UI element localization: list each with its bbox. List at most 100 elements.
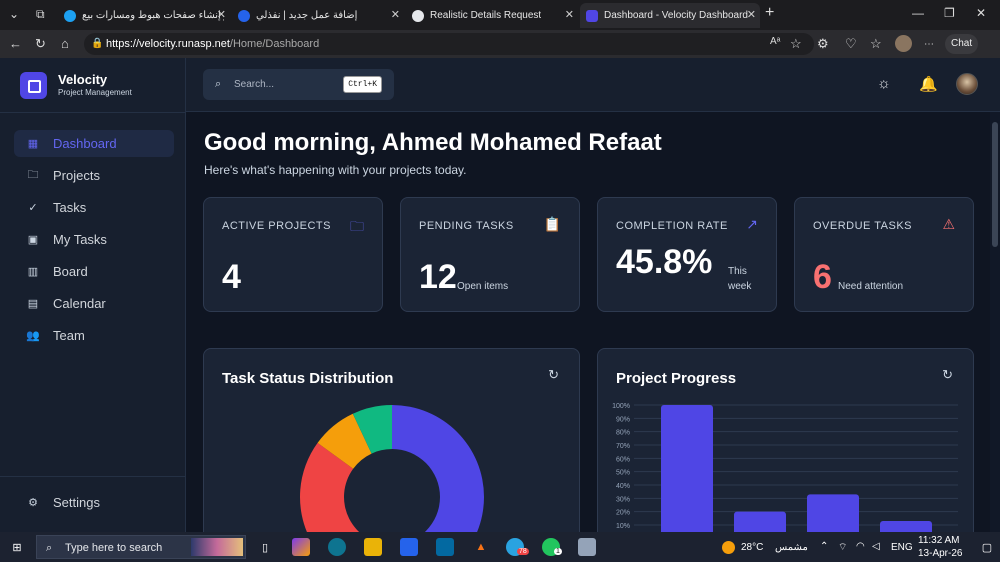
users-icon: 👥 <box>26 330 40 342</box>
brand-subtitle: Project Management <box>58 88 132 97</box>
progress-bar-1[interactable] <box>734 511 786 532</box>
sidebar-item-team[interactable]: 👥 Team <box>14 322 174 349</box>
task-status-panel: Task Status Distribution ↻ <box>203 348 580 532</box>
velocity-app: Velocity Project Management ▦ Dashboard … <box>0 58 1000 532</box>
more-options-icon[interactable]: ⋯ <box>924 39 934 50</box>
restore-icon[interactable]: ❐ <box>944 6 955 20</box>
tab-favicon-icon <box>586 9 598 22</box>
user-avatar[interactable] <box>956 73 978 95</box>
workspaces-icon[interactable]: ⧉ <box>36 7 45 22</box>
sidebar-divider <box>0 112 186 113</box>
sidebar-item-calendar[interactable]: ▤ Calendar <box>14 290 174 317</box>
favorite-star-icon[interactable]: ☆ <box>790 36 802 52</box>
window-close-icon[interactable]: ✕ <box>976 6 986 20</box>
refresh-icon[interactable]: ↻ <box>35 36 46 52</box>
logo-icon <box>20 72 47 99</box>
search-icon: ⌕ <box>215 78 222 90</box>
progress-bar-2[interactable] <box>807 494 859 532</box>
bell-icon[interactable]: 🔔 <box>919 75 938 93</box>
new-tab-icon[interactable]: + <box>765 4 774 22</box>
stat-card-active-projects: ACTIVE PROJECTS 🗀 4 <box>203 197 383 312</box>
search-highlight-image <box>191 538 243 556</box>
store-icon[interactable] <box>400 538 418 556</box>
back-icon[interactable]: ← <box>9 36 22 51</box>
profile-avatar[interactable] <box>895 35 912 52</box>
wifi-icon[interactable]: ◠ <box>856 541 865 552</box>
check-circle-icon: ✓ <box>28 202 38 214</box>
progress-bar-0[interactable] <box>661 405 713 532</box>
minimize-icon[interactable]: — <box>912 6 924 20</box>
sidebar-item-projects[interactable]: 🗀 Projects <box>14 162 174 189</box>
folder-icon: 🗀 <box>27 169 39 181</box>
home-icon[interactable]: ⌂ <box>61 36 69 51</box>
sidebar-item-settings[interactable]: ⚙ Settings <box>14 489 174 516</box>
browser-essentials-icon[interactable]: ♡ <box>845 36 857 52</box>
copilot-chat-button[interactable]: Chat <box>945 34 979 54</box>
y-tick-label: 90% <box>616 416 630 423</box>
stat-card-pending-tasks: PENDING TASKS 📋 12 Open items <box>400 197 580 312</box>
notifications-icon[interactable]: ▢ <box>978 538 996 556</box>
search-shortcut-badge: Ctrl+K <box>343 76 382 93</box>
sidebar-item-board[interactable]: ▥ Board <box>14 258 174 285</box>
clock-date[interactable]: 13-Apr-26 <box>918 548 962 559</box>
clock-time[interactable]: 11:32 AM <box>918 535 960 546</box>
tab-actions-chevron-icon[interactable]: ⌄ <box>9 7 19 21</box>
windows-start-icon[interactable]: ⊞ <box>8 538 26 556</box>
y-tick-label: 10% <box>616 523 630 530</box>
tab-landing-pages[interactable]: خبير إنشاء صفحات هبوط ومسارات بيع ✕ <box>58 3 230 28</box>
sidebar-item-my-tasks[interactable]: ▣ My Tasks <box>14 226 174 253</box>
sidebar-item-dashboard[interactable]: ▦ Dashboard <box>14 130 174 157</box>
lock-icon: 🔒 <box>91 38 104 49</box>
weather-sun-icon <box>722 541 735 554</box>
alert-triangle-icon: ⚠ <box>942 216 955 232</box>
copilot-icon[interactable] <box>292 538 310 556</box>
tab-realistic-details[interactable]: Realistic Details Request ✕ <box>406 3 578 28</box>
project-progress-bar-chart: 100% 90% 80% 70% 60% 50% 40% 30% 20% 10% <box>612 403 958 532</box>
donut-slice-0[interactable] <box>392 405 484 532</box>
page-subtitle: Here's what's happening with your projec… <box>204 163 467 177</box>
top-header: ⌕ Search... Ctrl+K ☼ 🔔 <box>186 58 1000 112</box>
sun-icon[interactable]: ☼ <box>877 75 891 92</box>
search-icon: ⌕ <box>46 542 53 554</box>
y-tick-label: 60% <box>616 456 630 463</box>
read-aloud-icon[interactable]: Aᵃ <box>770 36 780 47</box>
stat-card-completion-rate: COMPLETION RATE ↗ 45.8% This week <box>597 197 777 312</box>
file-explorer-icon[interactable] <box>364 538 382 556</box>
network-icon[interactable]: ⌔ <box>838 541 847 554</box>
y-tick-label: 50% <box>616 470 630 477</box>
close-tab-icon[interactable]: ✕ <box>565 8 574 21</box>
dashboard-main: Good morning, Ahmed Mohamed Refaat Here'… <box>186 112 990 532</box>
whatsapp-icon[interactable]: 1 <box>542 538 562 556</box>
taskbar-search-input[interactable]: ⌕ Type here to search <box>36 535 246 559</box>
tab-favicon-icon <box>64 9 76 22</box>
progress-bar-3[interactable] <box>880 521 932 532</box>
tab-nafezli[interactable]: إضافة عمل جديد | نفذلي ✕ <box>232 3 404 28</box>
outlook-icon[interactable] <box>436 538 454 556</box>
vlc-icon[interactable]: ▲ <box>472 538 490 556</box>
language-indicator[interactable]: ENG <box>891 542 913 553</box>
sidebar-item-tasks[interactable]: ✓ Tasks <box>14 194 174 221</box>
tray-chevron-icon[interactable]: ⌃ <box>820 541 828 552</box>
close-tab-icon[interactable]: ✕ <box>747 8 756 21</box>
page-scrollbar-thumb[interactable] <box>992 122 998 247</box>
browser-tab-strip: ⌄ ⧉ خبير إنشاء صفحات هبوط ومسارات بيع ✕ … <box>0 0 1000 30</box>
telegram-icon[interactable]: 78 <box>506 538 529 556</box>
url-field[interactable]: 🔒 https://velocity.runasp.net/Home/Dashb… <box>84 33 814 55</box>
trending-up-icon: ↗ <box>746 216 758 232</box>
stat-card-overdue-tasks: OVERDUE TASKS ⚠ 6 Need attention <box>794 197 974 312</box>
close-tab-icon[interactable]: ✕ <box>391 8 400 21</box>
tab-velocity-dashboard[interactable]: Dashboard - Velocity Dashboard ✕ <box>580 3 760 28</box>
y-tick-label: 40% <box>616 483 630 490</box>
brand-name: Velocity <box>58 72 108 87</box>
edge-icon[interactable] <box>328 538 346 556</box>
y-tick-label: 80% <box>616 430 630 437</box>
extensions-icon[interactable]: ⚙ <box>817 36 829 52</box>
page-title: Good morning, Ahmed Mohamed Refaat <box>204 129 662 156</box>
address-bar-row: ← ↻ ⌂ 🔒 https://velocity.runasp.net/Home… <box>0 30 1000 58</box>
search-input[interactable]: ⌕ Search... Ctrl+K <box>203 69 394 100</box>
close-tab-icon[interactable]: ✕ <box>217 8 226 21</box>
favorites-icon[interactable]: ☆ <box>870 36 882 52</box>
volume-icon[interactable]: ◁ <box>872 541 880 552</box>
notes-app-icon[interactable] <box>578 538 596 556</box>
task-view-icon[interactable]: ▯ <box>256 538 274 556</box>
